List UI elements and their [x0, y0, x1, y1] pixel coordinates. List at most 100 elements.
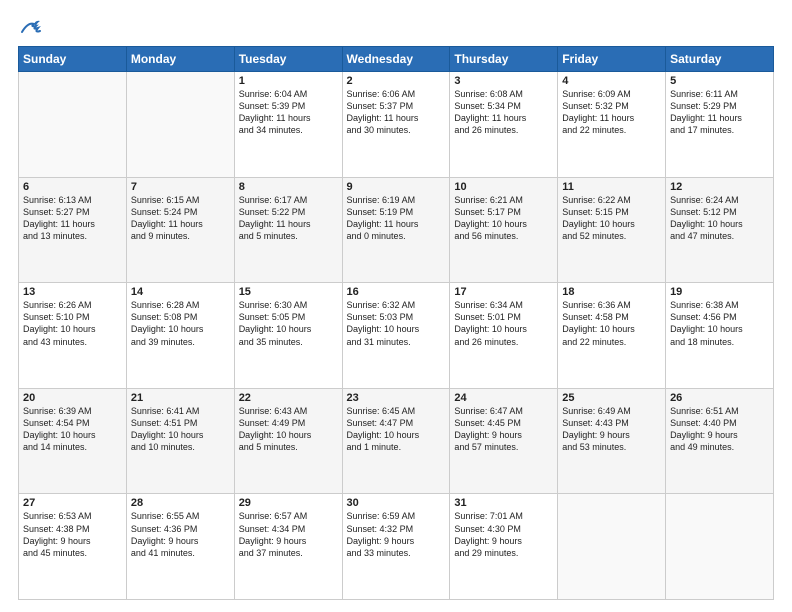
day-info: Sunrise: 6:06 AM Sunset: 5:37 PM Dayligh…	[347, 88, 446, 137]
day-number: 5	[670, 75, 769, 87]
calendar-header-monday: Monday	[126, 47, 234, 72]
day-info: Sunrise: 6:59 AM Sunset: 4:32 PM Dayligh…	[347, 510, 446, 559]
day-info: Sunrise: 6:36 AM Sunset: 4:58 PM Dayligh…	[562, 299, 661, 348]
calendar-cell: 15Sunrise: 6:30 AM Sunset: 5:05 PM Dayli…	[234, 283, 342, 389]
day-info: Sunrise: 6:15 AM Sunset: 5:24 PM Dayligh…	[131, 194, 230, 243]
day-info: Sunrise: 6:13 AM Sunset: 5:27 PM Dayligh…	[23, 194, 122, 243]
day-info: Sunrise: 6:43 AM Sunset: 4:49 PM Dayligh…	[239, 405, 338, 454]
day-info: Sunrise: 6:51 AM Sunset: 4:40 PM Dayligh…	[670, 405, 769, 454]
day-number: 3	[454, 75, 553, 87]
day-number: 4	[562, 75, 661, 87]
calendar-cell: 26Sunrise: 6:51 AM Sunset: 4:40 PM Dayli…	[666, 388, 774, 494]
calendar-header-tuesday: Tuesday	[234, 47, 342, 72]
calendar-cell: 21Sunrise: 6:41 AM Sunset: 4:51 PM Dayli…	[126, 388, 234, 494]
calendar-cell: 1Sunrise: 6:04 AM Sunset: 5:39 PM Daylig…	[234, 72, 342, 178]
calendar-cell: 4Sunrise: 6:09 AM Sunset: 5:32 PM Daylig…	[558, 72, 666, 178]
calendar-cell: 27Sunrise: 6:53 AM Sunset: 4:38 PM Dayli…	[19, 494, 127, 600]
day-number: 28	[131, 497, 230, 509]
header	[18, 18, 774, 36]
calendar-cell: 25Sunrise: 6:49 AM Sunset: 4:43 PM Dayli…	[558, 388, 666, 494]
day-number: 11	[562, 181, 661, 193]
calendar-header-saturday: Saturday	[666, 47, 774, 72]
page: SundayMondayTuesdayWednesdayThursdayFrid…	[0, 0, 792, 612]
calendar-cell: 22Sunrise: 6:43 AM Sunset: 4:49 PM Dayli…	[234, 388, 342, 494]
day-info: Sunrise: 6:26 AM Sunset: 5:10 PM Dayligh…	[23, 299, 122, 348]
calendar-cell: 13Sunrise: 6:26 AM Sunset: 5:10 PM Dayli…	[19, 283, 127, 389]
logo-bird-icon	[20, 18, 42, 36]
calendar-cell: 11Sunrise: 6:22 AM Sunset: 5:15 PM Dayli…	[558, 177, 666, 283]
calendar-week-3: 13Sunrise: 6:26 AM Sunset: 5:10 PM Dayli…	[19, 283, 774, 389]
day-number: 15	[239, 286, 338, 298]
calendar-cell: 16Sunrise: 6:32 AM Sunset: 5:03 PM Dayli…	[342, 283, 450, 389]
calendar-cell: 30Sunrise: 6:59 AM Sunset: 4:32 PM Dayli…	[342, 494, 450, 600]
calendar-cell: 12Sunrise: 6:24 AM Sunset: 5:12 PM Dayli…	[666, 177, 774, 283]
calendar-cell: 7Sunrise: 6:15 AM Sunset: 5:24 PM Daylig…	[126, 177, 234, 283]
day-number: 25	[562, 392, 661, 404]
day-number: 12	[670, 181, 769, 193]
day-number: 20	[23, 392, 122, 404]
day-info: Sunrise: 6:28 AM Sunset: 5:08 PM Dayligh…	[131, 299, 230, 348]
calendar-cell: 18Sunrise: 6:36 AM Sunset: 4:58 PM Dayli…	[558, 283, 666, 389]
day-number: 13	[23, 286, 122, 298]
calendar-cell	[666, 494, 774, 600]
day-info: Sunrise: 6:22 AM Sunset: 5:15 PM Dayligh…	[562, 194, 661, 243]
day-number: 16	[347, 286, 446, 298]
calendar-cell: 14Sunrise: 6:28 AM Sunset: 5:08 PM Dayli…	[126, 283, 234, 389]
day-number: 27	[23, 497, 122, 509]
calendar-cell: 2Sunrise: 6:06 AM Sunset: 5:37 PM Daylig…	[342, 72, 450, 178]
day-info: Sunrise: 7:01 AM Sunset: 4:30 PM Dayligh…	[454, 510, 553, 559]
calendar-week-1: 1Sunrise: 6:04 AM Sunset: 5:39 PM Daylig…	[19, 72, 774, 178]
day-info: Sunrise: 6:47 AM Sunset: 4:45 PM Dayligh…	[454, 405, 553, 454]
day-number: 19	[670, 286, 769, 298]
day-info: Sunrise: 6:17 AM Sunset: 5:22 PM Dayligh…	[239, 194, 338, 243]
calendar-cell: 17Sunrise: 6:34 AM Sunset: 5:01 PM Dayli…	[450, 283, 558, 389]
day-number: 22	[239, 392, 338, 404]
calendar-cell	[126, 72, 234, 178]
day-number: 26	[670, 392, 769, 404]
day-info: Sunrise: 6:45 AM Sunset: 4:47 PM Dayligh…	[347, 405, 446, 454]
calendar-cell: 6Sunrise: 6:13 AM Sunset: 5:27 PM Daylig…	[19, 177, 127, 283]
day-info: Sunrise: 6:09 AM Sunset: 5:32 PM Dayligh…	[562, 88, 661, 137]
day-number: 30	[347, 497, 446, 509]
calendar-cell: 24Sunrise: 6:47 AM Sunset: 4:45 PM Dayli…	[450, 388, 558, 494]
calendar-cell: 28Sunrise: 6:55 AM Sunset: 4:36 PM Dayli…	[126, 494, 234, 600]
calendar-cell: 20Sunrise: 6:39 AM Sunset: 4:54 PM Dayli…	[19, 388, 127, 494]
calendar-header-wednesday: Wednesday	[342, 47, 450, 72]
day-info: Sunrise: 6:57 AM Sunset: 4:34 PM Dayligh…	[239, 510, 338, 559]
day-number: 1	[239, 75, 338, 87]
day-info: Sunrise: 6:08 AM Sunset: 5:34 PM Dayligh…	[454, 88, 553, 137]
day-number: 29	[239, 497, 338, 509]
day-info: Sunrise: 6:24 AM Sunset: 5:12 PM Dayligh…	[670, 194, 769, 243]
day-number: 31	[454, 497, 553, 509]
day-info: Sunrise: 6:53 AM Sunset: 4:38 PM Dayligh…	[23, 510, 122, 559]
day-number: 8	[239, 181, 338, 193]
day-number: 17	[454, 286, 553, 298]
day-info: Sunrise: 6:39 AM Sunset: 4:54 PM Dayligh…	[23, 405, 122, 454]
calendar-header-thursday: Thursday	[450, 47, 558, 72]
day-number: 23	[347, 392, 446, 404]
calendar-cell: 23Sunrise: 6:45 AM Sunset: 4:47 PM Dayli…	[342, 388, 450, 494]
calendar-cell: 8Sunrise: 6:17 AM Sunset: 5:22 PM Daylig…	[234, 177, 342, 283]
day-number: 18	[562, 286, 661, 298]
calendar-cell: 5Sunrise: 6:11 AM Sunset: 5:29 PM Daylig…	[666, 72, 774, 178]
day-number: 10	[454, 181, 553, 193]
calendar-cell: 29Sunrise: 6:57 AM Sunset: 4:34 PM Dayli…	[234, 494, 342, 600]
calendar-cell: 19Sunrise: 6:38 AM Sunset: 4:56 PM Dayli…	[666, 283, 774, 389]
day-info: Sunrise: 6:49 AM Sunset: 4:43 PM Dayligh…	[562, 405, 661, 454]
day-info: Sunrise: 6:30 AM Sunset: 5:05 PM Dayligh…	[239, 299, 338, 348]
calendar-cell	[558, 494, 666, 600]
day-number: 2	[347, 75, 446, 87]
day-number: 7	[131, 181, 230, 193]
calendar-cell: 10Sunrise: 6:21 AM Sunset: 5:17 PM Dayli…	[450, 177, 558, 283]
calendar-week-2: 6Sunrise: 6:13 AM Sunset: 5:27 PM Daylig…	[19, 177, 774, 283]
day-number: 14	[131, 286, 230, 298]
day-info: Sunrise: 6:19 AM Sunset: 5:19 PM Dayligh…	[347, 194, 446, 243]
calendar-header-sunday: Sunday	[19, 47, 127, 72]
day-number: 21	[131, 392, 230, 404]
day-info: Sunrise: 6:21 AM Sunset: 5:17 PM Dayligh…	[454, 194, 553, 243]
day-info: Sunrise: 6:04 AM Sunset: 5:39 PM Dayligh…	[239, 88, 338, 137]
day-number: 9	[347, 181, 446, 193]
day-info: Sunrise: 6:11 AM Sunset: 5:29 PM Dayligh…	[670, 88, 769, 137]
calendar-week-5: 27Sunrise: 6:53 AM Sunset: 4:38 PM Dayli…	[19, 494, 774, 600]
logo	[18, 18, 42, 36]
